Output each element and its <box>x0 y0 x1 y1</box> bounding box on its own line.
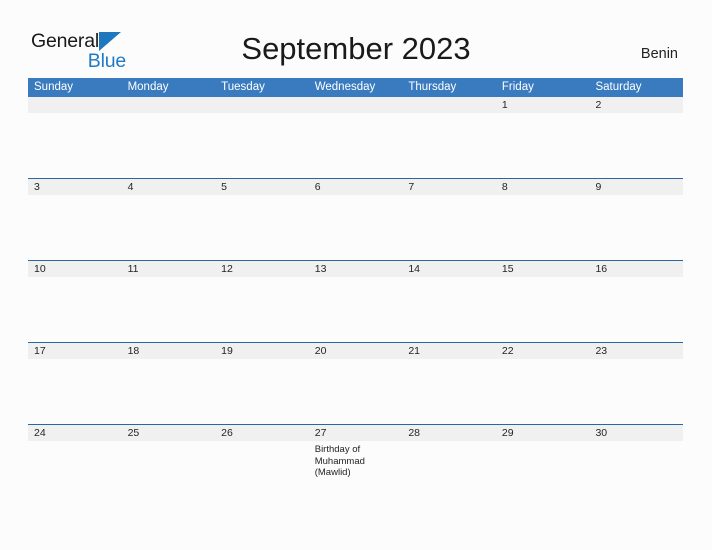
day-cell[interactable] <box>589 113 683 178</box>
day-cell[interactable] <box>402 277 496 342</box>
calendar-week-row: 24 25 26 27 28 29 30 Birthday of Muhamma… <box>28 424 683 506</box>
week-daynumber-strip: 1 2 <box>28 97 683 113</box>
day-cell[interactable]: Birthday of Muhammad (Mawlid) <box>309 441 403 506</box>
day-number[interactable]: 16 <box>589 261 683 277</box>
week-daynumber-strip: 3 4 5 6 7 8 9 <box>28 178 683 195</box>
day-number[interactable]: 21 <box>402 343 496 359</box>
weekday-header-row: Sunday Monday Tuesday Wednesday Thursday… <box>28 78 683 97</box>
weekday-header-tuesday: Tuesday <box>221 81 265 93</box>
day-cell[interactable] <box>215 277 309 342</box>
day-cell[interactable] <box>28 441 122 506</box>
day-number[interactable]: 14 <box>402 261 496 277</box>
day-number[interactable]: 25 <box>122 425 216 441</box>
weekday-header-wednesday: Wednesday <box>314 81 376 93</box>
day-number[interactable]: 26 <box>215 425 309 441</box>
day-cell[interactable] <box>402 113 496 178</box>
calendar-week-row: 3 4 5 6 7 8 9 <box>28 178 683 260</box>
page-header: General Blue September 2023 Benin <box>0 0 712 78</box>
day-cell[interactable] <box>122 441 216 506</box>
day-cell[interactable] <box>215 441 309 506</box>
week-event-strip <box>28 195 683 260</box>
day-cell[interactable] <box>215 113 309 178</box>
day-cell[interactable] <box>402 195 496 260</box>
day-number[interactable]: 20 <box>309 343 403 359</box>
week-event-strip: Birthday of Muhammad (Mawlid) <box>28 441 683 506</box>
day-cell[interactable] <box>589 441 683 506</box>
day-cell[interactable] <box>496 359 590 424</box>
weekday-header-thursday: Thursday <box>408 81 457 93</box>
calendar-week-row: 17 18 19 20 21 22 23 <box>28 342 683 424</box>
day-number[interactable]: 15 <box>496 261 590 277</box>
day-number[interactable] <box>309 97 403 113</box>
day-cell[interactable] <box>496 441 590 506</box>
day-cell[interactable] <box>215 195 309 260</box>
day-number[interactable]: 4 <box>122 179 216 195</box>
calendar-week-row: 1 2 <box>28 97 683 178</box>
day-cell[interactable] <box>28 195 122 260</box>
day-number[interactable]: 29 <box>496 425 590 441</box>
day-number[interactable]: 28 <box>402 425 496 441</box>
day-number[interactable]: 3 <box>28 179 122 195</box>
day-cell[interactable] <box>122 195 216 260</box>
day-cell[interactable] <box>496 113 590 178</box>
weekday-header-sunday: Sunday <box>34 81 74 93</box>
weekday-header-saturday: Saturday <box>595 81 642 93</box>
day-number[interactable]: 22 <box>496 343 590 359</box>
day-number[interactable] <box>122 97 216 113</box>
day-cell[interactable] <box>28 277 122 342</box>
day-number[interactable]: 2 <box>589 97 683 113</box>
day-number[interactable]: 24 <box>28 425 122 441</box>
day-cell[interactable] <box>122 359 216 424</box>
day-number[interactable] <box>28 97 122 113</box>
day-number[interactable] <box>215 97 309 113</box>
day-number[interactable]: 30 <box>589 425 683 441</box>
week-daynumber-strip: 10 11 12 13 14 15 16 <box>28 260 683 277</box>
day-cell[interactable] <box>589 277 683 342</box>
day-number[interactable]: 27 <box>309 425 403 441</box>
day-number[interactable]: 5 <box>215 179 309 195</box>
calendar-grid: Sunday Monday Tuesday Wednesday Thursday… <box>28 78 683 506</box>
day-cell[interactable] <box>122 113 216 178</box>
day-number[interactable]: 1 <box>496 97 590 113</box>
day-cell[interactable] <box>402 359 496 424</box>
day-cell[interactable] <box>122 277 216 342</box>
day-cell[interactable] <box>309 359 403 424</box>
day-cell[interactable] <box>496 277 590 342</box>
week-daynumber-strip: 17 18 19 20 21 22 23 <box>28 342 683 359</box>
day-cell[interactable] <box>28 113 122 178</box>
day-cell[interactable] <box>309 195 403 260</box>
day-cell[interactable] <box>215 359 309 424</box>
day-number[interactable]: 9 <box>589 179 683 195</box>
week-event-strip <box>28 113 683 178</box>
day-number[interactable]: 13 <box>309 261 403 277</box>
day-number[interactable]: 8 <box>496 179 590 195</box>
day-cell[interactable] <box>28 359 122 424</box>
day-cell[interactable] <box>589 359 683 424</box>
day-cell[interactable] <box>402 441 496 506</box>
day-cell[interactable] <box>309 113 403 178</box>
weekday-header-friday: Friday <box>501 81 534 93</box>
day-number[interactable]: 6 <box>309 179 403 195</box>
calendar-page: General Blue September 2023 Benin Sunday… <box>0 0 712 550</box>
day-event-text: Birthday of Muhammad (Mawlid) <box>314 444 365 478</box>
day-number[interactable]: 10 <box>28 261 122 277</box>
day-number[interactable] <box>402 97 496 113</box>
country-label: Benin <box>640 46 678 62</box>
day-number[interactable]: 23 <box>589 343 683 359</box>
weekday-header-monday: Monday <box>127 81 169 93</box>
day-number[interactable]: 17 <box>28 343 122 359</box>
day-number[interactable]: 7 <box>402 179 496 195</box>
week-event-strip <box>28 359 683 424</box>
week-daynumber-strip: 24 25 26 27 28 29 30 <box>28 424 683 441</box>
day-cell[interactable] <box>309 277 403 342</box>
day-number[interactable]: 12 <box>215 261 309 277</box>
day-cell[interactable] <box>589 195 683 260</box>
page-title: September 2023 <box>241 31 471 66</box>
day-number[interactable]: 19 <box>215 343 309 359</box>
day-number[interactable]: 11 <box>122 261 216 277</box>
day-cell[interactable] <box>496 195 590 260</box>
day-number[interactable]: 18 <box>122 343 216 359</box>
calendar-week-row: 10 11 12 13 14 15 16 <box>28 260 683 342</box>
week-event-strip <box>28 277 683 342</box>
